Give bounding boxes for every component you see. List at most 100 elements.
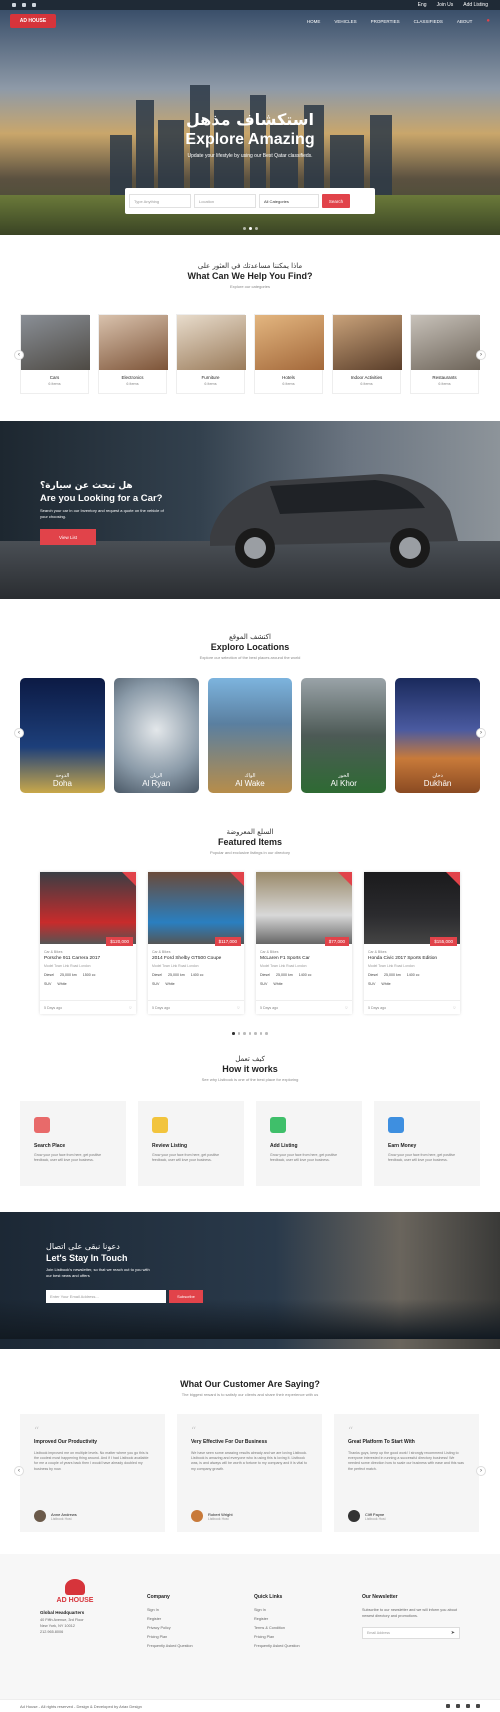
category-image xyxy=(255,315,324,370)
testimonials-prev-arrow[interactable]: ‹ xyxy=(14,1466,24,1476)
location-card[interactable]: الريان Al Ryan xyxy=(113,678,199,793)
category-select[interactable]: All Categories xyxy=(259,194,319,208)
footer-link[interactable]: Frequently Asked Question xyxy=(254,1644,300,1648)
featured-ribbon xyxy=(230,872,244,886)
footer-link[interactable]: Pricing Plan xyxy=(147,1635,193,1639)
featured-ribbon xyxy=(446,872,460,886)
locations-prev-arrow[interactable]: ‹ xyxy=(14,728,24,738)
footer-email-input[interactable]: Email Address xyxy=(367,1631,390,1635)
language-select[interactable]: Eng xyxy=(418,2,427,8)
footer-link[interactable]: Register xyxy=(147,1617,193,1621)
location-card[interactable]: دخان Dukhān xyxy=(395,678,480,793)
category-card[interactable]: Cars 6 items xyxy=(20,314,90,394)
subscribe-button[interactable]: Subscribe xyxy=(169,1290,203,1304)
car-banner: هل تبحث عن سيارة؟ Are you Looking for a … xyxy=(0,421,500,599)
item-title[interactable]: Porsche 911 Carrera 2017 xyxy=(44,956,136,961)
heart-icon[interactable]: ♡ xyxy=(237,1006,240,1010)
nav-home[interactable]: HOME xyxy=(307,19,321,24)
search-button[interactable]: Search xyxy=(322,194,350,208)
twitter-icon[interactable] xyxy=(12,3,16,7)
join-link[interactable]: Join Us xyxy=(437,2,454,8)
map-pin-icon[interactable]: ● xyxy=(486,18,490,24)
hero-subtitle: Update your lifestyle by using our Best … xyxy=(187,153,313,159)
heart-icon[interactable]: ♡ xyxy=(453,1006,456,1010)
featured-item-card[interactable]: $117,000 Car & Bikes 2014 Ford Shelby GT… xyxy=(148,872,244,1014)
facebook-icon[interactable] xyxy=(22,3,26,7)
send-icon[interactable]: ➤ xyxy=(451,1630,455,1636)
heart-icon[interactable]: ♡ xyxy=(345,1006,348,1010)
quote-icon: “ xyxy=(348,1426,354,1437)
featured-subtitle: Popular and exclusive listings in our di… xyxy=(209,850,291,855)
category-image xyxy=(333,315,402,370)
footer-link[interactable]: Terms & Condition xyxy=(254,1626,300,1630)
linkedin-icon[interactable] xyxy=(32,3,36,7)
item-title[interactable]: Honda Civic 2017 Sports Edition xyxy=(368,956,460,961)
item-price: $155,000 xyxy=(430,937,457,946)
linkedin-icon[interactable] xyxy=(476,1704,480,1708)
instagram-icon[interactable] xyxy=(466,1704,470,1708)
featured-ribbon xyxy=(122,872,136,886)
testimonials-next-arrow[interactable]: › xyxy=(476,1466,486,1476)
how-step-card: Search Place Grow your your face from her… xyxy=(20,1101,126,1186)
dollar-icon xyxy=(388,1117,404,1133)
twitter-icon[interactable] xyxy=(456,1704,460,1708)
footer-logo[interactable]: AD HOUSE xyxy=(40,1597,110,1604)
featured-ribbon xyxy=(338,872,352,886)
heart-icon[interactable]: ♡ xyxy=(129,1006,132,1010)
car-title: Are you Looking for a Car? xyxy=(40,493,163,504)
location-card[interactable]: الواك Al Wake xyxy=(207,678,293,793)
footer-link[interactable]: Register xyxy=(254,1617,300,1621)
quote-icon: “ xyxy=(191,1426,197,1437)
footer-link[interactable]: Sign In xyxy=(254,1608,300,1612)
nav-about[interactable]: ABOUT xyxy=(457,19,473,24)
category-card[interactable]: Electronics 6 items xyxy=(98,314,168,394)
quote-icon: “ xyxy=(34,1426,40,1437)
keyword-input[interactable]: Type Anything xyxy=(129,194,191,208)
location-input[interactable]: Location xyxy=(194,194,256,208)
footer: AD HOUSE Global Headquarters 40 Fifth Av… xyxy=(0,1554,500,1699)
nav-properties[interactable]: PROPERTIES xyxy=(371,19,400,24)
featured-item-card[interactable]: $77,000 Car & Bikes McLaren F1 Sports Ca… xyxy=(256,872,352,1014)
view-list-button[interactable]: View List xyxy=(40,529,96,546)
featured-dots[interactable] xyxy=(0,1032,500,1035)
copyright-text: Ad House - All rights reserved - Design … xyxy=(20,1703,142,1709)
featured-carousel: $120,000 Car & Bikes Porsche 911 Carrera… xyxy=(40,872,460,1014)
locations-next-arrow[interactable]: › xyxy=(476,728,486,738)
main-nav: AD HOUSE HOME VEHICLES PROPERTIES CLASSI… xyxy=(0,10,500,32)
how-step-card: Review Listing Grow your your face from h… xyxy=(138,1101,244,1186)
site-logo[interactable]: AD HOUSE xyxy=(10,14,56,28)
avatar xyxy=(348,1510,360,1522)
slider-dots[interactable] xyxy=(0,227,500,230)
nav-classifieds[interactable]: CLASSIFIEDS xyxy=(414,19,443,24)
locations-carousel: الدوحة Doha الريان Al Ryan الواك Al Wake ال… xyxy=(20,678,480,793)
avatar xyxy=(34,1510,46,1522)
footer-link[interactable]: Frequently Asked Question xyxy=(147,1644,193,1648)
search-bar: Type Anything Location All Categories Se… xyxy=(125,188,375,214)
featured-item-card[interactable]: $120,000 Car & Bikes Porsche 911 Carrera… xyxy=(40,872,136,1014)
add-listing-link[interactable]: Add Listing xyxy=(463,2,488,8)
category-next-arrow[interactable]: › xyxy=(476,350,486,360)
category-card[interactable]: Indoor Activities 6 items xyxy=(332,314,402,394)
item-title[interactable]: McLaren F1 Sports Car xyxy=(260,956,352,961)
nav-vehicles[interactable]: VEHICLES xyxy=(334,19,356,24)
help-title: What Can We Help You Find? xyxy=(187,271,313,281)
category-prev-arrow[interactable]: ‹ xyxy=(14,350,24,360)
category-card[interactable]: Restaurants 6 items xyxy=(410,314,480,394)
footer-link[interactable]: Pricing Plan xyxy=(254,1635,300,1639)
featured-arabic-title: السلع المعروضة xyxy=(226,828,274,836)
item-title[interactable]: 2014 Ford Shelby GT500 Coupe xyxy=(152,956,244,961)
featured-item-card[interactable]: $155,000 Car & Bikes Honda Civic 2017 Sp… xyxy=(364,872,460,1014)
how-step-card: Add Listing Grow your your face from here… xyxy=(256,1101,362,1186)
location-card[interactable]: الدوحة Doha xyxy=(20,678,105,793)
category-card[interactable]: Hotels 6 items xyxy=(254,314,324,394)
facebook-icon[interactable] xyxy=(446,1704,450,1708)
house-logo-icon xyxy=(65,1579,85,1595)
help-subtitle: Explore our categories xyxy=(229,284,271,289)
footer-link[interactable]: Privacy Policy xyxy=(147,1626,193,1630)
category-card[interactable]: Furniture 6 items xyxy=(176,314,246,394)
newsletter-arabic-title: دعونا نبقى على اتصال xyxy=(46,1242,120,1251)
item-price: $117,000 xyxy=(214,937,241,946)
location-card[interactable]: الخور Al Khor xyxy=(301,678,387,793)
footer-link[interactable]: Sign In xyxy=(147,1608,193,1612)
newsletter-email-input[interactable]: Enter Your Email Address... xyxy=(46,1290,166,1304)
